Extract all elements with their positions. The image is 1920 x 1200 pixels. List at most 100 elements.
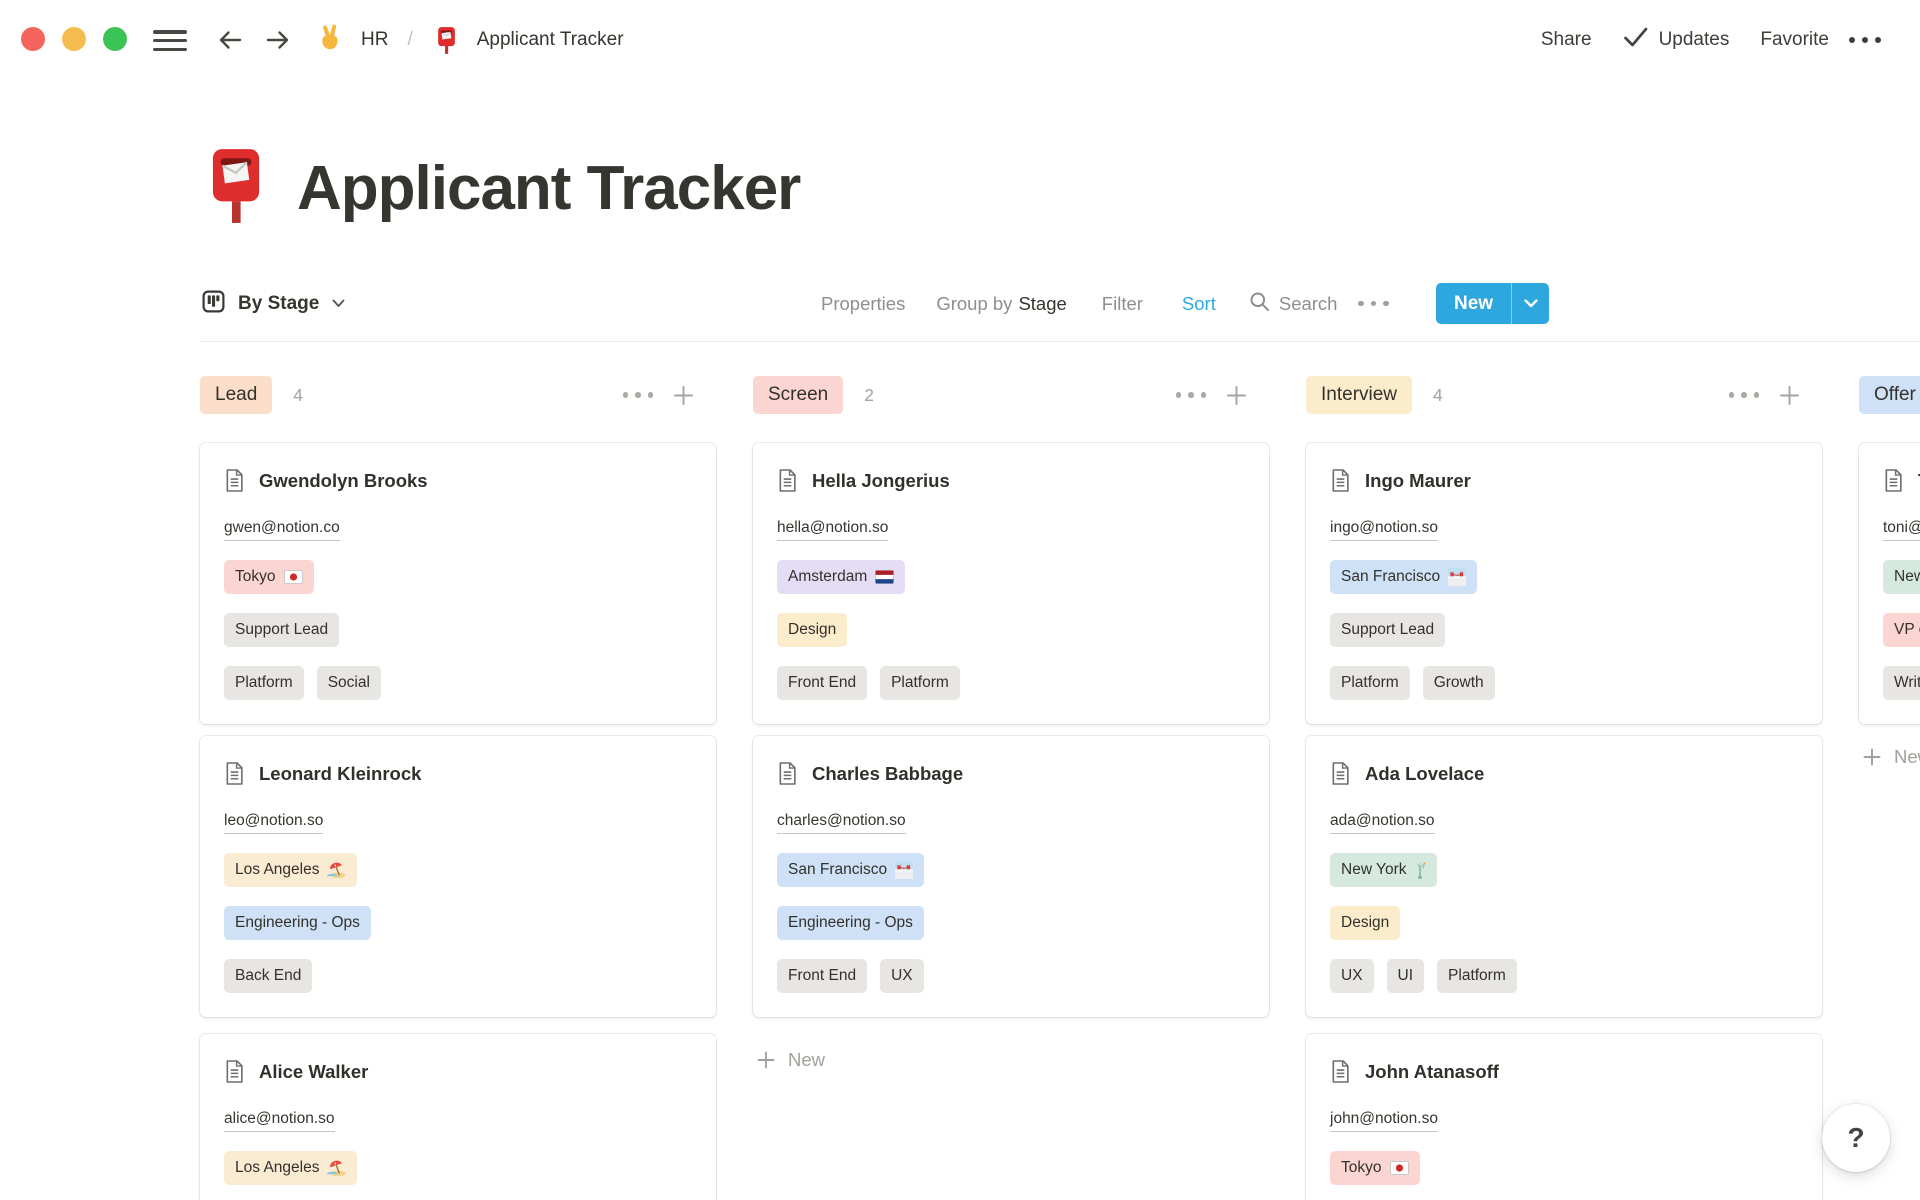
search-button[interactable]: Search (1249, 291, 1338, 317)
share-button[interactable]: Share (1541, 29, 1592, 51)
card-header: Ingo Maurer (1330, 465, 1798, 498)
property-tag: San Francisco (1330, 560, 1477, 594)
card-title: Leonard Kleinrock (259, 758, 421, 790)
card-email-link[interactable]: alice@notion.so (224, 1109, 335, 1132)
card-email-link[interactable]: charles@notion.so (777, 811, 906, 834)
board-column-offer: OfferTtoni@NewVP oWritNew (1859, 375, 1920, 1200)
column-add-icon[interactable] (1225, 384, 1248, 407)
back-arrow-icon[interactable] (215, 25, 245, 55)
statue-of-liberty-icon (1414, 861, 1426, 879)
new-button-chevron-icon[interactable] (1512, 283, 1549, 324)
board-view-icon (202, 290, 225, 318)
column-more-icon[interactable] (1176, 392, 1207, 398)
column-more-icon[interactable] (1729, 392, 1760, 398)
property-tag: Growth (1423, 666, 1495, 700)
card[interactable]: Gwendolyn Brooksgwen@notion.coTokyoSuppo… (200, 443, 716, 724)
beach-umbrella-icon (327, 862, 346, 878)
tag-row: Tokyo (224, 560, 692, 594)
forward-arrow-icon[interactable] (263, 25, 293, 55)
column-title-tag[interactable]: Screen (753, 376, 843, 414)
tag-row: Writ (1883, 666, 1920, 700)
chevron-down-icon (332, 295, 345, 313)
property-tag: Platform (880, 666, 960, 700)
card[interactable]: Ttoni@NewVP oWrit (1859, 443, 1920, 724)
card-title: Ingo Maurer (1365, 465, 1471, 497)
tag-row: Tokyo (1330, 1151, 1798, 1185)
beach-umbrella-icon (327, 1160, 346, 1176)
tag-row: Front EndPlatform (777, 666, 1245, 700)
breadcrumb-page[interactable]: Applicant Tracker (477, 29, 624, 51)
card-header: Hella Jongerius (777, 465, 1245, 498)
tag-row: New (1883, 560, 1920, 594)
card-title: Alice Walker (259, 1056, 368, 1088)
toolbar-more-icon[interactable] (1358, 301, 1389, 307)
card-header: John Atanasoff (1330, 1056, 1798, 1089)
tag-row: New York (1330, 853, 1798, 887)
column-title-tag[interactable]: Lead (200, 376, 272, 414)
add-card-button[interactable]: New (756, 1049, 825, 1071)
minimize-window-button[interactable] (62, 27, 86, 51)
more-options-icon[interactable] (1849, 37, 1881, 43)
board-column-screen: Screen2Hella Jongeriushella@notion.soAms… (753, 375, 1269, 1200)
card[interactable]: Charles Babbagecharles@notion.soSan Fran… (753, 736, 1269, 1017)
new-record-button[interactable]: New (1436, 283, 1549, 324)
card-email-link[interactable]: hella@notion.so (777, 518, 888, 541)
view-name: By Stage (238, 293, 319, 315)
updates-button[interactable]: Updates (1623, 26, 1730, 54)
card-title: John Atanasoff (1365, 1056, 1499, 1088)
page-icon (1330, 468, 1351, 498)
view-switcher[interactable]: By Stage (202, 283, 345, 324)
card[interactable]: Ingo Maureringo@notion.soSan FranciscoSu… (1306, 443, 1822, 724)
sort-button[interactable]: Sort (1182, 293, 1216, 315)
help-button[interactable]: ? (1822, 1104, 1890, 1172)
group-by-button[interactable]: Group byStage (936, 293, 1066, 315)
card[interactable]: Alice Walkeralice@notion.soLos Angeles (200, 1034, 716, 1200)
property-tag: Tokyo (224, 560, 314, 594)
card-email-link[interactable]: ada@notion.so (1330, 811, 1435, 834)
page-icon (224, 1059, 245, 1089)
card-email-link[interactable]: john@notion.so (1330, 1109, 1438, 1132)
column-more-icon[interactable] (623, 392, 654, 398)
page-title: Applicant Tracker (297, 153, 800, 224)
column-add-icon[interactable] (672, 384, 695, 407)
tag-row: Support Lead (224, 613, 692, 647)
toolbar-divider (199, 341, 1920, 342)
property-tag: Engineering - Ops (777, 906, 924, 940)
card[interactable]: Ada Lovelaceada@notion.soNew YorkDesignU… (1306, 736, 1822, 1017)
property-tag: Amsterdam (777, 560, 905, 594)
card[interactable]: Hella Jongeriushella@notion.soAmsterdamD… (753, 443, 1269, 724)
page-icon (1330, 761, 1351, 791)
properties-button[interactable]: Properties (821, 293, 905, 315)
postbox-icon (433, 26, 460, 55)
card[interactable]: Leonard Kleinrock leo@notion.so Los Angele… (200, 736, 716, 1017)
tag-row: San Francisco (777, 853, 1245, 887)
tag-row: Engineering - Ops (777, 906, 1245, 940)
breadcrumb-workspace[interactable]: HR (361, 29, 388, 51)
postbox-icon[interactable] (199, 146, 273, 231)
property-tag: Support Lead (224, 613, 339, 647)
property-tag: UI (1387, 959, 1425, 993)
favorite-button[interactable]: Favorite (1760, 29, 1829, 51)
window-titlebar: HR / Applicant Tracker Share Updates Fav… (0, 0, 1920, 80)
add-card-button[interactable]: New (1862, 746, 1920, 768)
tag-row: Los Angeles (224, 853, 692, 887)
sidebar-menu-icon[interactable] (153, 30, 187, 52)
column-add-icon[interactable] (1778, 384, 1801, 407)
close-window-button[interactable] (21, 27, 45, 51)
card[interactable]: John Atanasoff john@notion.so Tokyo (1306, 1034, 1822, 1200)
tag-row: VP o (1883, 613, 1920, 647)
card-header: Leonard Kleinrock (224, 758, 692, 791)
check-icon (1623, 26, 1649, 54)
page-header: Applicant Tracker (199, 146, 800, 231)
filter-button[interactable]: Filter (1102, 293, 1143, 315)
column-title-tag[interactable]: Interview (1306, 376, 1412, 414)
zoom-window-button[interactable] (103, 27, 127, 51)
property-tag: VP o (1883, 613, 1920, 647)
card-email-link[interactable]: gwen@notion.co (224, 518, 340, 541)
card-email-link[interactable]: toni@ (1883, 518, 1920, 541)
card-email-link[interactable]: leo@notion.so (224, 811, 323, 834)
tag-row: Back End (224, 959, 692, 993)
column-title-tag[interactable]: Offer (1859, 376, 1920, 414)
card-email-link[interactable]: ingo@notion.so (1330, 518, 1438, 541)
tag-row: Design (1330, 906, 1798, 940)
